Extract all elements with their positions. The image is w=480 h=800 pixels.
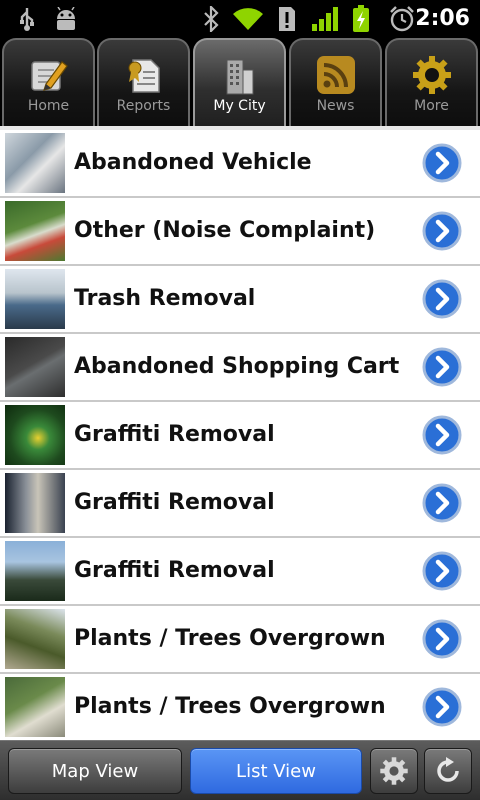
list-item-label: Abandoned Vehicle bbox=[74, 150, 312, 175]
list-item[interactable]: Trash Removal bbox=[0, 266, 480, 334]
android-debug-icon bbox=[52, 6, 80, 32]
report-thumbnail bbox=[5, 405, 65, 465]
report-thumbnail bbox=[5, 269, 65, 329]
list-item[interactable]: Plants / Trees Overgrown bbox=[0, 606, 480, 674]
list-item-label: Graffiti Removal bbox=[74, 422, 275, 447]
alert-icon bbox=[276, 6, 298, 32]
report-thumbnail bbox=[5, 609, 65, 669]
report-list[interactable]: Abandoned Vehicle Other (Noise Complaint… bbox=[0, 130, 480, 740]
city-icon bbox=[218, 54, 262, 96]
list-item-label: Trash Removal bbox=[74, 286, 256, 311]
refresh-icon bbox=[437, 757, 459, 782]
tab-bar: Home Reports My City News More bbox=[0, 38, 480, 130]
chevron-right-icon[interactable] bbox=[422, 143, 462, 183]
list-item[interactable]: Graffiti Removal bbox=[0, 470, 480, 538]
map-view-label: Map View bbox=[51, 760, 139, 782]
settings-gear-icon bbox=[380, 757, 408, 785]
signal-icon bbox=[310, 6, 340, 32]
alarm-icon bbox=[388, 6, 416, 32]
report-thumbnail bbox=[5, 473, 65, 533]
tab-label: Reports bbox=[116, 98, 171, 114]
list-item[interactable]: Graffiti Removal bbox=[0, 402, 480, 470]
reports-icon bbox=[122, 54, 166, 96]
wifi-icon bbox=[232, 6, 264, 32]
map-view-button[interactable]: Map View bbox=[8, 748, 182, 794]
chevron-right-icon[interactable] bbox=[422, 687, 462, 727]
list-item-label: Graffiti Removal bbox=[74, 490, 275, 515]
list-item-label: Other (Noise Complaint) bbox=[74, 218, 376, 243]
report-thumbnail bbox=[5, 201, 65, 261]
list-item-label: Plants / Trees Overgrown bbox=[74, 626, 386, 651]
home-icon bbox=[27, 54, 71, 96]
chevron-right-icon[interactable] bbox=[422, 619, 462, 659]
settings-button[interactable] bbox=[370, 748, 418, 794]
gear-icon bbox=[410, 54, 454, 96]
rss-icon bbox=[314, 54, 358, 96]
chevron-right-icon[interactable] bbox=[422, 415, 462, 455]
report-thumbnail bbox=[5, 677, 65, 737]
status-clock: 2:06 bbox=[415, 6, 470, 31]
list-view-label: List View bbox=[236, 760, 316, 782]
usb-icon bbox=[14, 6, 40, 32]
list-item[interactable]: Plants / Trees Overgrown bbox=[0, 674, 480, 740]
list-item[interactable]: Abandoned Vehicle bbox=[0, 130, 480, 198]
tab-reports[interactable]: Reports bbox=[97, 38, 190, 128]
chevron-right-icon[interactable] bbox=[422, 211, 462, 251]
list-item[interactable]: Graffiti Removal bbox=[0, 538, 480, 606]
tab-label: Home bbox=[27, 98, 70, 114]
bottom-toolbar: Map View List View bbox=[0, 740, 480, 800]
tab-label: My City bbox=[213, 98, 266, 114]
tab-label: More bbox=[414, 98, 449, 114]
chevron-right-icon[interactable] bbox=[422, 551, 462, 591]
list-item-label: Plants / Trees Overgrown bbox=[74, 694, 386, 719]
chevron-right-icon[interactable] bbox=[422, 347, 462, 387]
report-thumbnail bbox=[5, 337, 65, 397]
chevron-right-icon[interactable] bbox=[422, 483, 462, 523]
tab-my-city[interactable]: My City bbox=[193, 38, 286, 130]
list-item[interactable]: Other (Noise Complaint) bbox=[0, 198, 480, 266]
list-item[interactable]: Abandoned Shopping Cart bbox=[0, 334, 480, 402]
report-thumbnail bbox=[5, 133, 65, 193]
list-item-label: Graffiti Removal bbox=[74, 558, 275, 583]
list-view-button[interactable]: List View bbox=[190, 748, 362, 794]
report-thumbnail bbox=[5, 541, 65, 601]
bluetooth-icon bbox=[200, 6, 222, 32]
tab-label: News bbox=[316, 98, 355, 114]
status-bar: 2:06 bbox=[0, 0, 480, 38]
list-item-label: Abandoned Shopping Cart bbox=[74, 354, 400, 379]
battery-charging-icon bbox=[350, 5, 372, 32]
chevron-right-icon[interactable] bbox=[422, 279, 462, 319]
refresh-button[interactable] bbox=[424, 748, 472, 794]
tab-more[interactable]: More bbox=[385, 38, 478, 128]
tab-news[interactable]: News bbox=[289, 38, 382, 128]
tab-home[interactable]: Home bbox=[2, 38, 95, 128]
